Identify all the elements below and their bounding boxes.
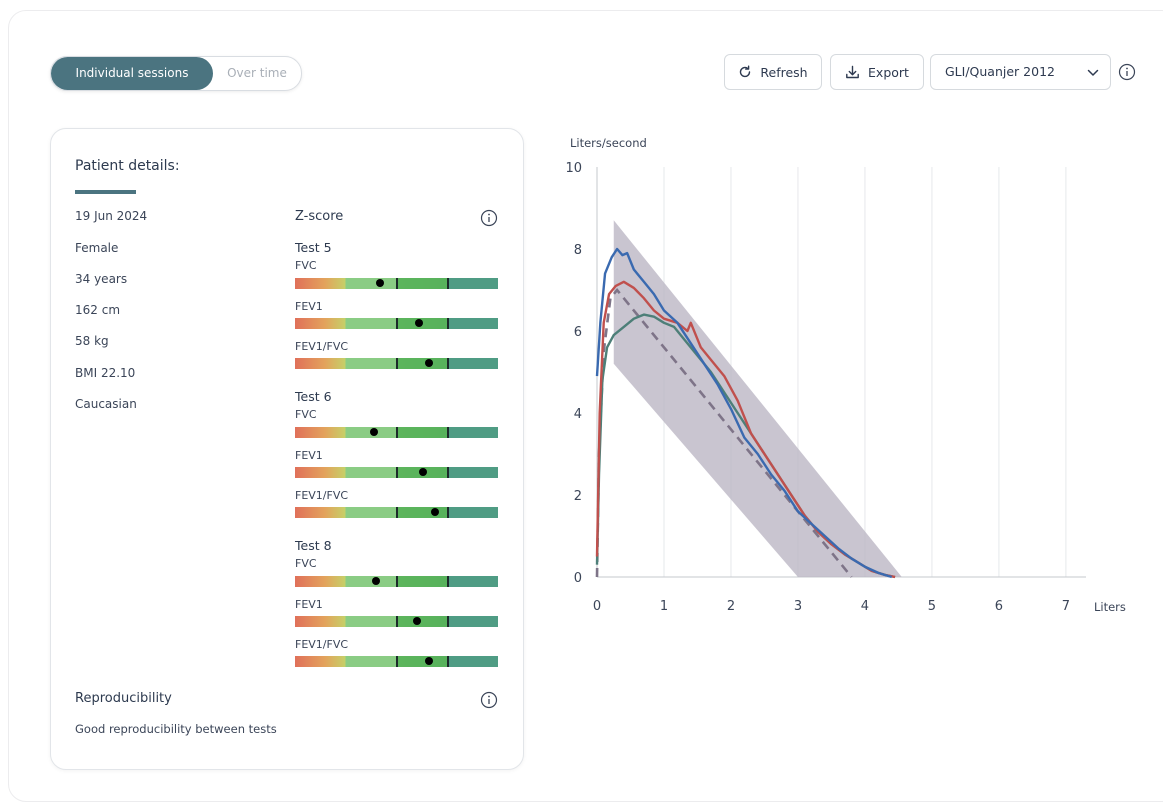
x-tick-label: 6 [995,599,1003,614]
x-tick-label: 3 [794,599,802,614]
zscore-tick [447,358,449,369]
detail-date: 19 Jun 2024 [75,209,148,223]
zscore-tick [447,278,449,289]
zscore-info-icon[interactable] [480,209,498,227]
y-tick-label: 8 [574,243,582,258]
zscore-bar [295,616,498,627]
reference-value: GLI/Quanjer 2012 [945,64,1055,79]
export-label: Export [868,64,909,80]
zscore-tick [396,467,398,478]
reference-select[interactable]: GLI/Quanjer 2012 [930,54,1111,90]
y-axis-label: Liters/second [570,136,647,150]
test-8-fvc-label: FVC [295,557,317,570]
test-6-fev1-label: FEV1 [295,449,323,462]
y-tick-label: 4 [574,407,582,422]
normal-range-band [613,220,902,578]
over-time-tab[interactable]: Over time [214,57,300,90]
zscore-bar [295,318,498,329]
zscore-marker [424,359,433,367]
zscore-tick [447,467,449,478]
refresh-icon [740,65,751,78]
test-6-ratio-label: FEV1/FVC [295,489,349,502]
x-tick-label: 4 [861,599,869,614]
patient-details-title: Patient details: [75,158,180,174]
test-5-ratio-label: FEV1/FVC [295,340,349,353]
x-tick-label: 0 [593,599,601,614]
zscore-marker [414,319,423,327]
detail-sex: Female [75,241,119,255]
detail-age: 34 years [75,272,128,286]
test-6-heading: Test 6 [295,389,332,404]
view-toggle[interactable]: Individual sessions Over time [50,56,302,91]
x-tick-label: 7 [1062,599,1070,614]
zscore-tick [396,616,398,627]
zscore-bar [295,278,498,289]
zscore-tick [447,616,449,627]
detail-height: 162 cm [75,303,121,317]
detail-bmi: BMI 22.10 [75,366,136,380]
test-8-heading: Test 8 [295,538,332,553]
y-tick-label: 0 [574,571,582,586]
x-tick-label: 1 [660,599,668,614]
x-tick-label: 5 [928,599,936,614]
download-icon [846,65,859,78]
zscore-marker [372,577,381,585]
zscore-tick [447,656,449,667]
info-icon[interactable] [1118,63,1136,81]
zscore-tick [396,576,398,587]
test-6-fvc-label: FVC [295,408,317,421]
zscore-marker [376,279,385,287]
detail-ethnicity: Caucasian [75,397,137,411]
flow-volume-chart: 0 1 2 3 4 5 6 7 0 2 4 6 8 10 Liters/second Liters [565,136,1126,614]
zscore-tick [396,507,398,518]
zscore-marker [418,468,427,476]
zscore-tick [447,318,449,329]
zscore-marker [412,617,421,625]
test-5-heading: Test 5 [295,240,332,255]
zscore-tick [447,576,449,587]
zscore-bar [295,358,498,369]
zscore-marker [424,657,433,665]
zscore-title: Z-score [295,209,344,224]
zscore-marker [431,508,440,516]
test-5-fev1-label: FEV1 [295,300,323,313]
zscore-bar [295,467,498,478]
zscore-tick [447,427,449,438]
zscore-tick [396,358,398,369]
test-8-fev1-label: FEV1 [295,598,323,611]
export-button[interactable]: Export [830,54,924,90]
patient-card: Patient details: 19 Jun 2024 Female 34 y… [50,128,524,770]
reproducibility-info-icon[interactable] [480,691,498,709]
zscore-marker [370,428,379,436]
y-tick-label: 10 [565,161,582,176]
reproducibility-title: Reproducibility [75,691,172,706]
detail-weight: 58 kg [75,334,109,348]
test-8-ratio-label: FEV1/FVC [295,638,349,651]
individual-sessions-tab[interactable]: Individual sessions [51,57,213,90]
zscore-tick [396,427,398,438]
test-5-fvc-label: FVC [295,259,317,272]
x-tick-label: 2 [727,599,735,614]
zscore-tick [396,656,398,667]
zscore-bar [295,507,498,518]
chevron-down-icon [1087,69,1099,76]
reproducibility-text: Good reproducibility between tests [75,722,277,736]
zscore-tick [447,507,449,518]
y-tick-label: 6 [574,325,582,340]
title-underline [75,190,136,194]
zscore-tick [396,318,398,329]
y-tick-label: 2 [574,489,582,504]
x-axis-label: Liters [1094,600,1126,614]
zscore-bar [295,427,498,438]
refresh-button[interactable]: Refresh [724,54,822,90]
zscore-tick [396,278,398,289]
zscore-bar [295,656,498,667]
refresh-label: Refresh [760,64,808,80]
zscore-bar [295,576,498,587]
